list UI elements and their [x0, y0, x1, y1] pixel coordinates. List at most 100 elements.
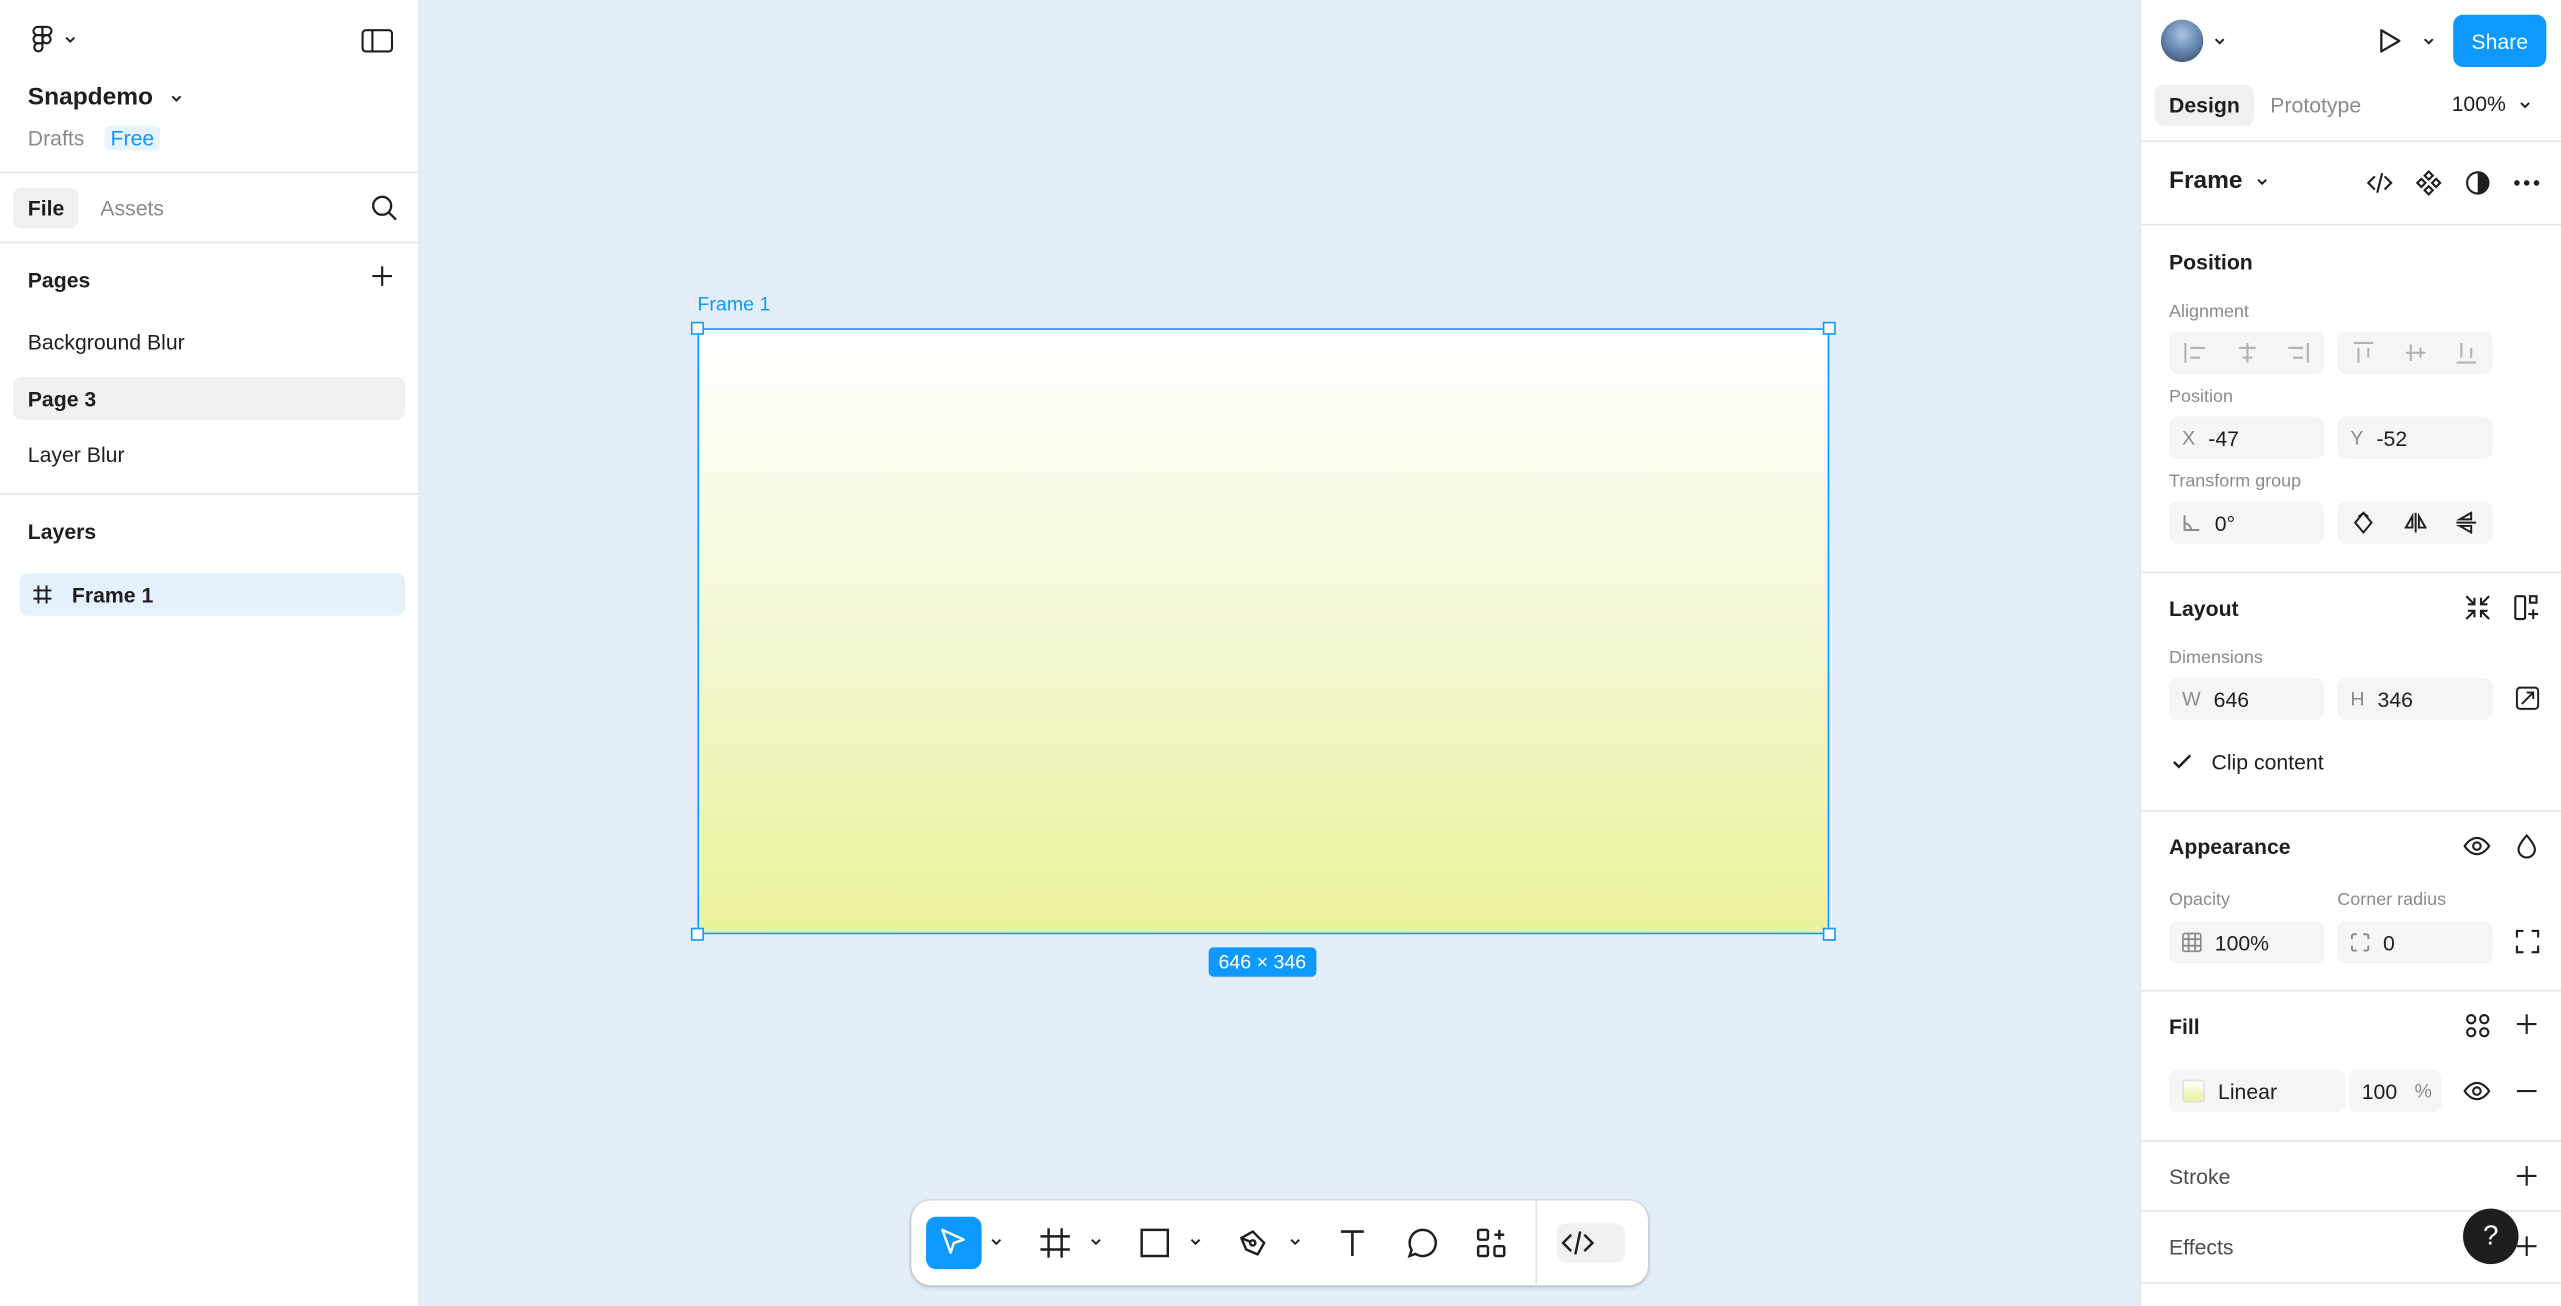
chevron-down-icon[interactable] — [1089, 1235, 1102, 1248]
divider — [0, 241, 420, 244]
opacity-label: Opacity — [2169, 890, 2230, 910]
horizontal-alignment-group — [2169, 331, 2325, 375]
page-item-background-blur[interactable]: Background Blur — [13, 320, 405, 362]
add-effect-icon[interactable] — [2515, 1235, 2538, 1258]
share-button[interactable]: Share — [2453, 14, 2547, 67]
left-sidebar: Snapdemo Drafts Free File Assets Pages B… — [0, 0, 420, 1306]
zoom-value: 100% — [2451, 91, 2506, 116]
actions-tool-button[interactable] — [1472, 1217, 1511, 1269]
eye-icon[interactable] — [2463, 833, 2491, 859]
chevron-down-icon — [2213, 34, 2226, 47]
main-menu-button[interactable] — [28, 24, 77, 53]
add-stroke-icon[interactable] — [2515, 1165, 2538, 1188]
chevron-down-icon — [64, 33, 77, 46]
resize-handle-top-right[interactable] — [1822, 321, 1836, 335]
tab-assets[interactable]: Assets — [86, 188, 179, 229]
page-item-page-3[interactable]: Page 3 — [13, 377, 406, 420]
figma-logo-icon — [28, 24, 57, 53]
drafts-link[interactable]: Drafts — [28, 126, 85, 150]
blend-mode-drop-icon[interactable] — [2515, 833, 2538, 859]
align-center-horizontal-icon[interactable] — [2221, 332, 2273, 374]
opacity-field[interactable]: 100% — [2169, 921, 2325, 964]
rotation-field[interactable]: 0° — [2169, 501, 2325, 544]
layer-label: Frame 1 — [71, 582, 154, 607]
frame-label[interactable]: Frame 1 — [697, 292, 770, 315]
auto-layout-icon[interactable] — [2514, 595, 2540, 621]
selection-type-dropdown[interactable]: Frame — [2169, 166, 2269, 195]
tab-prototype[interactable]: Prototype — [2256, 85, 2376, 126]
height-field[interactable]: H 346 — [2337, 677, 2493, 721]
more-icon[interactable] — [2512, 170, 2541, 196]
theme-contrast-icon[interactable] — [2465, 170, 2491, 196]
move-tool-button[interactable] — [926, 1216, 982, 1270]
fill-swatch[interactable] — [2182, 1079, 2205, 1103]
play-icon — [2376, 28, 2402, 54]
rectangle-icon — [1138, 1227, 1171, 1260]
layer-item-frame-1[interactable]: Frame 1 — [19, 573, 406, 616]
comment-tool-button[interactable] — [1403, 1217, 1442, 1269]
tab-design[interactable]: Design — [2154, 84, 2255, 126]
width-value: 646 — [2213, 686, 2250, 712]
styles-grid-icon[interactable] — [2465, 1013, 2491, 1039]
appearance-section-title: Appearance — [2169, 834, 2291, 860]
align-left-icon[interactable] — [2169, 332, 2221, 374]
chevron-down-icon[interactable] — [990, 1235, 1003, 1248]
rotate-icon[interactable] — [2337, 501, 2389, 543]
align-center-vertical-icon[interactable] — [2389, 332, 2441, 374]
help-button[interactable]: ? — [2463, 1208, 2519, 1265]
position-label: Position — [2169, 387, 2233, 407]
resize-handle-top-left[interactable] — [690, 321, 704, 335]
component-icon[interactable] — [2415, 169, 2442, 196]
bottom-toolbar — [911, 1200, 1648, 1286]
present-button[interactable] — [2376, 28, 2435, 54]
move-icon — [938, 1227, 971, 1260]
width-field[interactable]: W 646 — [2169, 677, 2325, 721]
corner-radius-field[interactable]: 0 — [2337, 921, 2493, 964]
collapse-layout-icon[interactable] — [2465, 595, 2491, 621]
flip-vertical-icon[interactable] — [2441, 501, 2493, 543]
resize-handle-bottom-left[interactable] — [690, 927, 704, 941]
layout-section-title: Layout — [2169, 596, 2239, 621]
text-tool-button[interactable] — [1333, 1217, 1372, 1269]
code-icon[interactable] — [2366, 170, 2393, 196]
frame-hash-icon — [33, 585, 53, 605]
pen-tool-button[interactable] — [1233, 1217, 1272, 1269]
user-menu[interactable] — [2160, 19, 2226, 63]
align-right-icon[interactable] — [2272, 332, 2324, 374]
resize-handle-bottom-right[interactable] — [1822, 927, 1836, 941]
plan-badge[interactable]: Free — [103, 125, 161, 151]
position-section-title: Position — [2169, 249, 2253, 275]
page-item-layer-blur[interactable]: Layer Blur — [13, 433, 405, 475]
tab-file[interactable]: File — [13, 187, 80, 229]
chevron-down-icon — [2256, 174, 2269, 187]
shape-tool-button[interactable] — [1135, 1217, 1174, 1269]
zoom-dropdown[interactable]: 100% — [2451, 91, 2532, 116]
chevron-down-icon[interactable] — [1289, 1235, 1302, 1248]
remove-fill-icon[interactable] — [2515, 1080, 2538, 1103]
selection-type: Frame — [2169, 166, 2243, 195]
sidebar-toggle-icon[interactable] — [361, 28, 394, 54]
frame-tool-button[interactable] — [1036, 1217, 1075, 1269]
eye-icon[interactable] — [2463, 1078, 2491, 1104]
fill-opacity-field[interactable]: 100 % — [2348, 1069, 2442, 1113]
align-bottom-icon[interactable] — [2441, 332, 2493, 374]
constrain-proportions-icon[interactable] — [2515, 686, 2540, 710]
search-icon[interactable] — [371, 194, 399, 222]
y-position-field[interactable]: Y -52 — [2337, 416, 2493, 459]
clip-content-checkbox[interactable]: Clip content — [2169, 748, 2324, 774]
frame-1[interactable] — [697, 328, 1830, 935]
add-page-icon[interactable] — [371, 265, 394, 288]
project-name-dropdown[interactable]: Snapdemo — [28, 83, 183, 111]
chevron-down-icon[interactable] — [1189, 1235, 1202, 1248]
x-position-field[interactable]: X -47 — [2169, 416, 2325, 459]
divider — [2141, 223, 2561, 226]
text-icon — [1336, 1227, 1369, 1260]
corner-radius-icon — [2350, 933, 2370, 953]
project-name: Snapdemo — [27, 83, 154, 112]
dev-mode-button[interactable] — [1560, 1217, 1596, 1269]
add-fill-icon[interactable] — [2515, 1013, 2538, 1036]
independent-corners-icon[interactable] — [2515, 929, 2540, 954]
fill-type-field[interactable]: Linear — [2169, 1069, 2346, 1113]
flip-horizontal-icon[interactable] — [2389, 501, 2441, 543]
align-top-icon[interactable] — [2337, 332, 2389, 374]
